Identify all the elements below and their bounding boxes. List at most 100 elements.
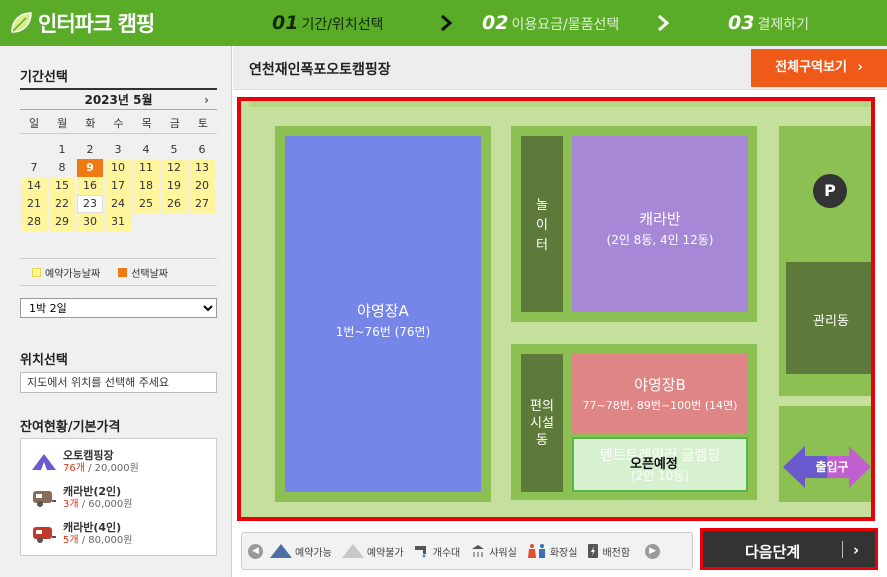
playground-label: 놀이터: [521, 196, 563, 256]
calendar-day[interactable]: 12: [161, 159, 187, 177]
legend-restroom-label: 화장실: [549, 547, 578, 559]
step-1: 01 기간/위치선택: [272, 12, 383, 34]
calendar-month-label: 2023년 5월: [84, 93, 153, 107]
chevron-right-icon[interactable]: ›: [204, 90, 209, 110]
step-3-number: 03: [728, 12, 755, 34]
step-3: 03 결제하기: [728, 12, 809, 34]
calendar-day[interactable]: 26: [161, 195, 187, 213]
legend-selected: 선택날짜: [131, 268, 169, 280]
selected-swatch: [118, 267, 128, 277]
pricing-price: / 80,000원: [78, 535, 133, 546]
legend-item-shower: 샤워실: [469, 543, 517, 559]
legend-power-label: 배전함: [602, 547, 631, 559]
calendar-day[interactable]: 4: [133, 141, 159, 159]
calendar-day[interactable]: 28: [21, 213, 47, 231]
calendar-day[interactable]: 27: [189, 195, 215, 213]
zone-b-sub: 77~78번, 89번~100번 (14면): [582, 399, 738, 412]
legend-next-button[interactable]: ▶: [645, 543, 661, 559]
interpark-camping-logo[interactable]: 인터파크 캠핑: [8, 8, 155, 38]
stay-duration-select[interactable]: 1박 2일: [20, 298, 217, 318]
facilities-building[interactable]: 편의시설동: [521, 354, 563, 492]
zone-b-title: 야영장B: [634, 376, 686, 394]
office-building[interactable]: 관리동: [786, 262, 871, 374]
calendar-day[interactable]: 3: [105, 141, 131, 159]
glamping-zone: 텐트트레일러 글램핑 (2인 10동) 오픈예정: [572, 437, 748, 492]
calendar-days: 1 2 3 4 5 6 7 8 9 10 11 12 13 14 15 16 17 18 19 20 21 22 23 24 2…: [20, 141, 217, 231]
step-1-label: 기간/위치선택: [301, 17, 384, 33]
calendar-day[interactable]: 16: [77, 177, 103, 195]
calendar-day[interactable]: 1: [49, 141, 75, 159]
power-box-icon: [588, 544, 599, 558]
calendar-day[interactable]: 5: [161, 141, 187, 159]
calendar-day[interactable]: 22: [49, 195, 75, 213]
calendar-day[interactable]: 9: [77, 159, 103, 177]
calendar-day[interactable]: 15: [49, 177, 75, 195]
calendar-day[interactable]: 13: [189, 159, 215, 177]
zone-a-title: 야영장A: [357, 302, 409, 320]
pricing-item-caravan-2: 캐라반(2인) 3개 / 60,000원: [31, 485, 132, 511]
available-swatch: [32, 267, 41, 277]
calendar-weekday: 일: [29, 117, 40, 130]
step-2-number: 02: [482, 12, 509, 34]
zone-a-sub: 1번~76번 (76면): [335, 325, 431, 339]
calendar-weekday: 월: [57, 117, 68, 130]
calendar-day[interactable]: 10: [105, 159, 131, 177]
pricing-price: / 60,000원: [78, 499, 133, 510]
step-arrow-icon: [441, 14, 452, 32]
calendar-day[interactable]: 23: [77, 195, 103, 213]
zone-a-label: 야영장A 1번~76번 (76면): [285, 300, 481, 340]
next-step-separator: [842, 541, 843, 558]
calendar-day[interactable]: 18: [133, 177, 159, 195]
calendar-empty-cell: [21, 141, 47, 159]
view-all-zones-button[interactable]: 전체구역보기 ›: [751, 49, 887, 87]
next-step-button[interactable]: 다음단계 ›: [700, 528, 878, 570]
zone-b-label: 야영장B 77~78번, 89번~100번 (14면): [572, 374, 748, 413]
calendar-weekday: 화: [85, 117, 96, 130]
caravan-zone[interactable]: 캐라반 (2인 8동, 4인 12동): [572, 136, 748, 312]
open-soon-badge: 오픈예정: [630, 457, 678, 472]
calendar-day[interactable]: 30: [77, 213, 103, 231]
icon-legend-bar: ◀ 예약가능 예약불가 개수대 샤워실 화장실 배전함 ▶: [241, 532, 693, 570]
calendar-day[interactable]: 8: [49, 159, 75, 177]
map-top-strip: [249, 101, 871, 107]
calendar-day[interactable]: 6: [189, 141, 215, 159]
playground-text: 놀이터: [536, 198, 548, 253]
view-all-label: 전체구역보기: [775, 60, 847, 75]
calendar-day[interactable]: 24: [105, 195, 131, 213]
calendar-day[interactable]: 31: [105, 213, 131, 231]
zone-a[interactable]: 야영장A 1번~76번 (76면): [285, 136, 481, 492]
location-title: 위치선택: [20, 353, 68, 368]
step-2-label: 이용요금/물품선택: [511, 17, 620, 33]
legend-prev-button[interactable]: ◀: [248, 543, 263, 559]
campsite-map: 야영장A 1번~76번 (76면) 놀이터 캐라반 (2인 8동, 4인 12동…: [237, 97, 875, 521]
pricing-name: 오토캠핑장: [63, 449, 114, 462]
calendar-weekday: 토: [197, 117, 208, 130]
legend-unavailable-label: 예약불가: [366, 547, 404, 559]
entrance-label: 출입구: [815, 460, 849, 474]
calendar-day[interactable]: 19: [161, 177, 187, 195]
pricing-item-auto-camping: 오토캠핑장 76개 / 20,000원: [31, 449, 139, 475]
pricing-count: 76개: [63, 463, 85, 474]
legend-shower-label: 샤워실: [489, 547, 517, 559]
step-1-number: 01: [272, 12, 299, 34]
zone-b[interactable]: 야영장B 77~78번, 89번~100번 (14면): [572, 354, 748, 434]
step-arrow-icon: [658, 14, 669, 32]
calendar-day[interactable]: 2: [77, 141, 103, 159]
leaf-logo-icon: [11, 12, 32, 33]
calendar-day[interactable]: 11: [133, 159, 159, 177]
tent-unavailable-icon: [341, 544, 364, 558]
calendar-weekday: 금: [169, 117, 180, 130]
legend-available: 예약가능날짜: [45, 268, 101, 280]
calendar-day[interactable]: 25: [133, 195, 159, 213]
tent-available-icon: [270, 544, 292, 558]
calendar-day[interactable]: 7: [21, 159, 47, 177]
calendar-day[interactable]: 17: [105, 177, 131, 195]
location-hint: 지도에서 위치를 선택해 주세요: [20, 372, 217, 393]
calendar-day[interactable]: 29: [49, 213, 75, 231]
next-step-label: 다음단계: [745, 543, 801, 561]
calendar-day[interactable]: 20: [189, 177, 215, 195]
calendar-day[interactable]: 21: [21, 195, 47, 213]
playground[interactable]: 놀이터: [521, 136, 563, 312]
calendar-day[interactable]: 14: [21, 177, 47, 195]
caravan-sub: (2인 8동, 4인 12동): [606, 233, 714, 247]
